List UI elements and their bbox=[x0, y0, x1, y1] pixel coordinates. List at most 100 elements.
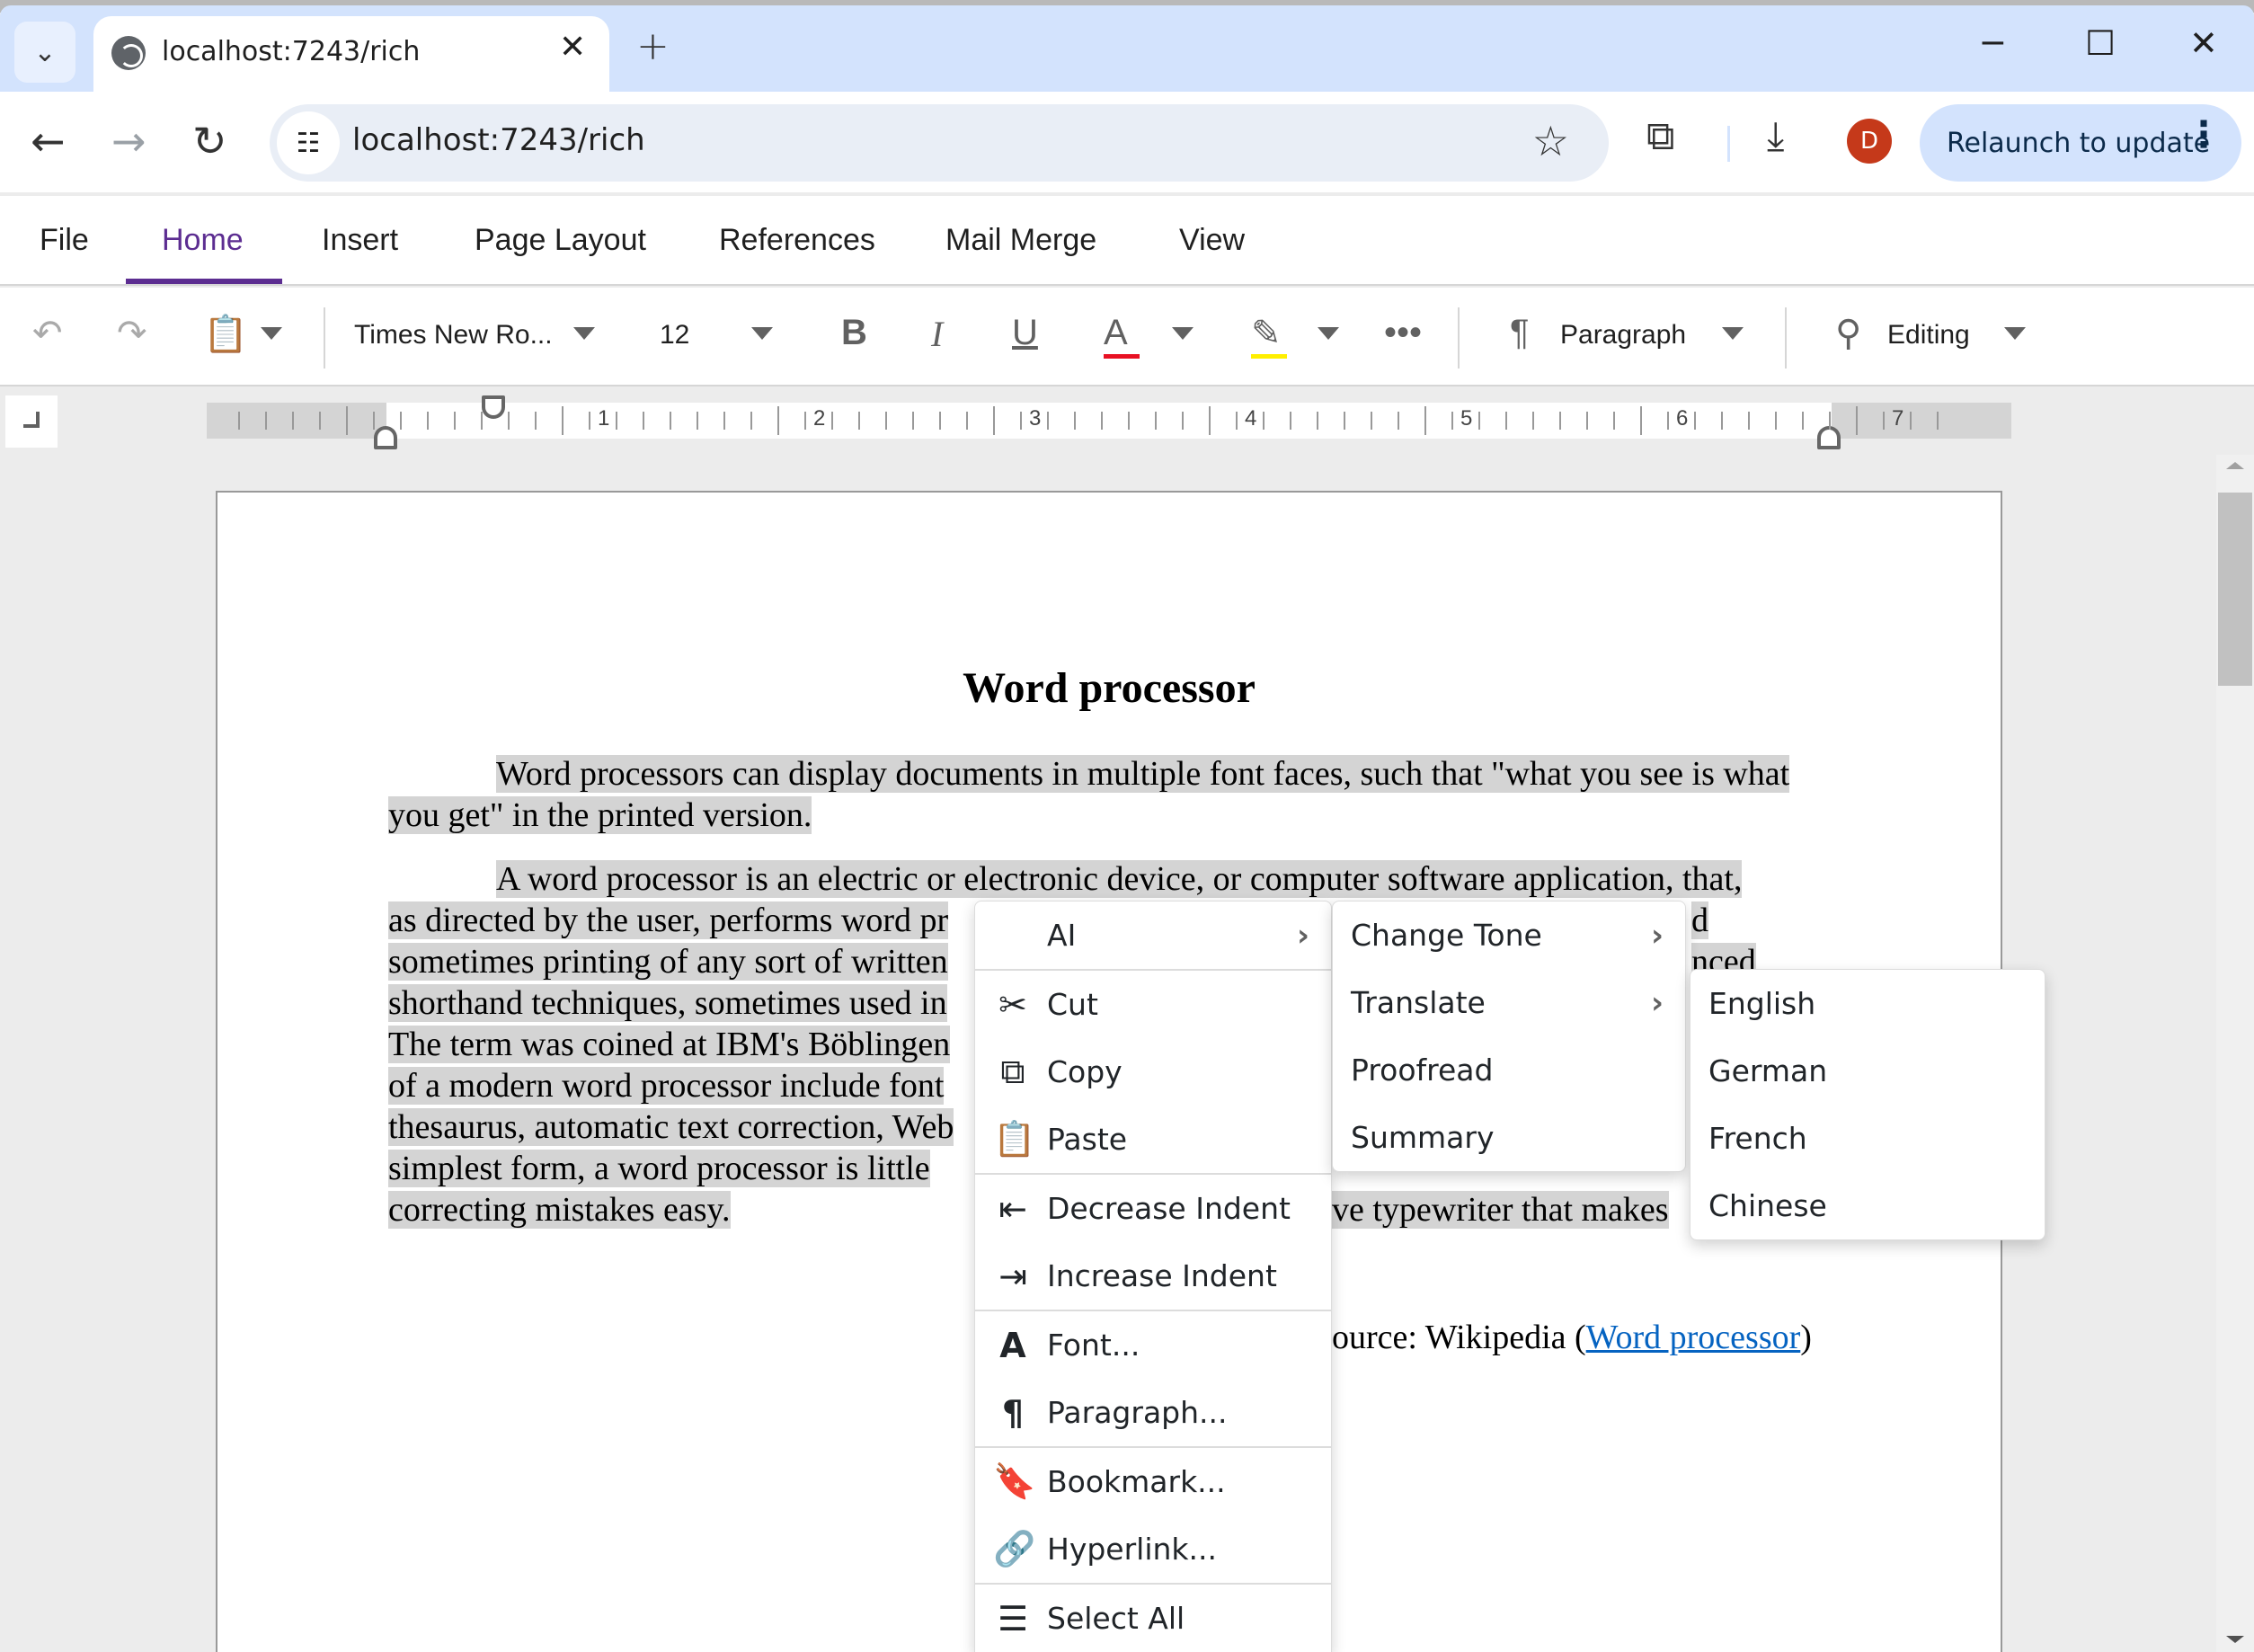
editing-caret[interactable] bbox=[2004, 327, 2026, 340]
browser-toolbar: ← → ↻ ☷ localhost:7243/rich ☆ ⧉ ⤓ D Rela… bbox=[0, 92, 2254, 192]
close-window-button[interactable]: ✕ bbox=[2189, 23, 2218, 63]
ruler-tick bbox=[292, 412, 294, 430]
profile-avatar[interactable]: D bbox=[1847, 119, 1892, 164]
menu-item-chinese[interactable]: Chinese bbox=[1690, 1172, 2045, 1239]
font-name-caret[interactable] bbox=[573, 327, 595, 340]
downloads-button[interactable]: ⤓ bbox=[1767, 113, 1784, 159]
paragraph-menu-button[interactable]: Paragraph bbox=[1560, 320, 1686, 351]
tab-search-button[interactable]: ⌄ bbox=[14, 22, 75, 83]
menu-item-french[interactable]: French bbox=[1690, 1105, 2045, 1172]
font-size-caret[interactable] bbox=[751, 327, 773, 340]
reload-button[interactable]: ↻ bbox=[192, 117, 227, 165]
hanging-indent-marker[interactable] bbox=[374, 426, 397, 449]
back-button[interactable]: ← bbox=[31, 117, 66, 165]
horizontal-ruler[interactable]: 1 2 3 4 5 6 7 bbox=[207, 395, 2011, 449]
tab-stop-selector[interactable] bbox=[5, 395, 58, 448]
menu-item-copy[interactable]: ⧉ Copy bbox=[975, 1038, 1331, 1106]
extensions-button[interactable]: ⧉ bbox=[1646, 113, 1674, 159]
menu-item-label: Change Tone bbox=[1351, 918, 1542, 953]
tab-references[interactable]: References bbox=[719, 223, 875, 258]
menu-item-paragraph[interactable]: ¶ Paragraph... bbox=[975, 1379, 1331, 1446]
paste-dropdown-caret[interactable] bbox=[261, 327, 282, 340]
menu-item-increase-indent[interactable]: ⇥ Increase Indent bbox=[975, 1242, 1331, 1310]
tab-view[interactable]: View bbox=[1179, 223, 1245, 258]
menu-item-ai[interactable]: AI › bbox=[975, 901, 1331, 969]
maximize-button[interactable]: ☐ bbox=[2085, 23, 2116, 63]
new-tab-button[interactable]: + bbox=[636, 23, 670, 69]
menu-item-german[interactable]: German bbox=[1690, 1037, 2045, 1105]
menu-item-decrease-indent[interactable]: ⇤ Decrease Indent bbox=[975, 1175, 1331, 1242]
ruler-tick bbox=[1532, 412, 1534, 430]
active-tab-indicator bbox=[126, 279, 282, 284]
menu-item-paste[interactable]: 📋 Paste bbox=[975, 1106, 1331, 1173]
wikipedia-link[interactable]: Word processor bbox=[1586, 1319, 1801, 1356]
tab-page-layout[interactable]: Page Layout bbox=[475, 223, 646, 258]
menu-item-font[interactable]: A Font... bbox=[975, 1311, 1331, 1379]
paste-button[interactable]: 📋 bbox=[203, 313, 248, 355]
vertical-scrollbar[interactable] bbox=[2216, 455, 2254, 1652]
search-icon: ⚲ bbox=[1835, 314, 1862, 353]
minimize-button[interactable]: ─ bbox=[1983, 23, 2003, 63]
translate-submenu: English German French Chinese bbox=[1690, 969, 2045, 1240]
ruler-tick bbox=[1047, 412, 1049, 430]
redo-button[interactable]: ↷ bbox=[117, 313, 147, 354]
paragraph-fragment: d bbox=[1691, 900, 1708, 941]
tab-insert[interactable]: Insert bbox=[322, 223, 398, 258]
more-options-button[interactable]: ••• bbox=[1384, 313, 1422, 353]
font-color-caret[interactable] bbox=[1172, 327, 1194, 340]
paragraph-caret[interactable] bbox=[1722, 327, 1744, 340]
scroll-down-arrow[interactable] bbox=[2226, 1636, 2244, 1643]
first-line-indent-marker[interactable] bbox=[482, 395, 505, 419]
selected-text: correcting mistakes easy. bbox=[388, 1191, 731, 1229]
close-tab-button[interactable]: ✕ bbox=[559, 29, 586, 66]
relaunch-button[interactable]: Relaunch to update ⋮ bbox=[1920, 104, 2241, 182]
font-name-select[interactable]: Times New Ro... bbox=[354, 320, 553, 351]
italic-button[interactable]: I bbox=[931, 313, 943, 355]
ruler-tick bbox=[1586, 412, 1588, 430]
site-info-button[interactable]: ☷ bbox=[277, 111, 340, 174]
menu-item-bookmark[interactable]: 🔖 Bookmark... bbox=[975, 1448, 1331, 1515]
bold-button[interactable]: B bbox=[841, 313, 867, 353]
menu-item-summary[interactable]: Summary bbox=[1333, 1104, 1685, 1171]
tab-file[interactable]: File bbox=[40, 223, 89, 258]
forward-button[interactable]: → bbox=[111, 117, 146, 165]
menu-item-proofread[interactable]: Proofread bbox=[1333, 1036, 1685, 1104]
editing-menu-button[interactable]: Editing bbox=[1887, 320, 1970, 351]
menu-item-hyperlink[interactable]: 🔗 Hyperlink... bbox=[975, 1515, 1331, 1583]
menu-item-cut[interactable]: ✂ Cut bbox=[975, 971, 1331, 1038]
font-size-select[interactable]: 12 bbox=[660, 320, 689, 351]
selected-text: of a modern word processor include font bbox=[388, 1067, 945, 1105]
right-margin-area bbox=[1832, 403, 2011, 439]
bookmark-star-button[interactable]: ☆ bbox=[1532, 117, 1569, 165]
font-color-button[interactable]: A bbox=[1104, 313, 1128, 353]
tab-mail-merge[interactable]: Mail Merge bbox=[945, 223, 1096, 258]
ruler-tick bbox=[1074, 412, 1076, 430]
menu-item-change-tone[interactable]: Change Tone › bbox=[1333, 901, 1685, 969]
highlight-button[interactable]: ✎ bbox=[1251, 313, 1282, 354]
highlight-caret[interactable] bbox=[1318, 327, 1339, 340]
pilcrow-icon: ¶ bbox=[1001, 1392, 1025, 1433]
underline-button[interactable]: U bbox=[1012, 313, 1038, 353]
tab-home[interactable]: Home bbox=[162, 223, 244, 258]
ribbon-tabs: File Home Insert Page Layout References … bbox=[0, 196, 2254, 286]
url-text[interactable]: localhost:7243/rich bbox=[352, 122, 645, 158]
selected-text: Word processors can display documents in… bbox=[388, 755, 1790, 834]
browser-tab[interactable]: localhost:7243/rich ✕ bbox=[93, 16, 609, 99]
menu-item-select-all[interactable]: ☰ Select All bbox=[975, 1585, 1331, 1652]
more-vert-icon[interactable]: ⋮ bbox=[2186, 117, 2222, 153]
paragraph-1[interactable]: Word processors can display documents in… bbox=[388, 753, 1826, 836]
ruler-tick bbox=[265, 412, 267, 430]
ruler-tick bbox=[1209, 406, 1211, 435]
selected-text: sometimes printing of any sort of writte… bbox=[388, 943, 948, 981]
menu-item-label: Select All bbox=[1047, 1601, 1185, 1636]
scroll-up-arrow[interactable] bbox=[2226, 462, 2244, 469]
menu-item-translate[interactable]: Translate › bbox=[1333, 969, 1685, 1036]
undo-button[interactable]: ↶ bbox=[32, 313, 63, 354]
menu-item-label: Decrease Indent bbox=[1047, 1191, 1291, 1226]
ruler-tick bbox=[319, 412, 321, 430]
ruler-tick bbox=[777, 406, 779, 435]
address-bar[interactable]: ☷ localhost:7243/rich ☆ bbox=[270, 104, 1609, 182]
scrollbar-thumb[interactable] bbox=[2218, 493, 2252, 686]
menu-item-english[interactable]: English bbox=[1690, 970, 2045, 1037]
relaunch-label: Relaunch to update bbox=[1947, 127, 2211, 159]
